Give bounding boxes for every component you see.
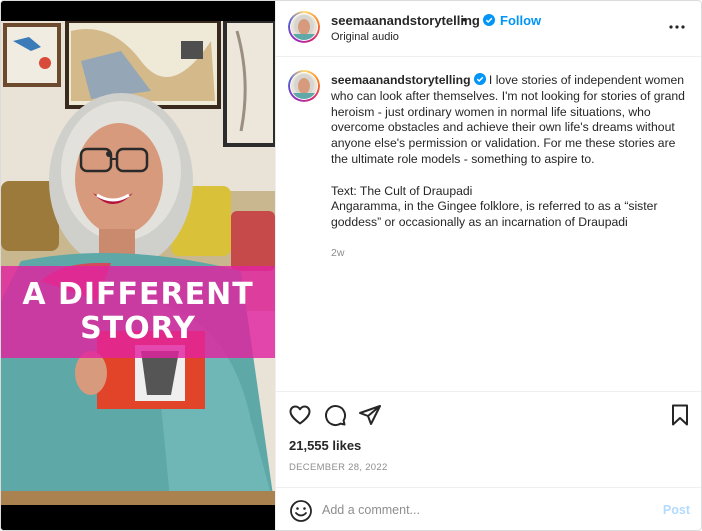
post-time-ago[interactable]: 2w: [331, 247, 344, 259]
action-bar: 21,555 likes DECEMBER 28, 2022: [276, 391, 701, 487]
separator-dot: •: [462, 12, 467, 27]
post-header: seemaanandstorytelling • Follow Original…: [276, 1, 701, 57]
post-sidebar: seemaanandstorytelling • Follow Original…: [275, 1, 701, 530]
post-date[interactable]: DECEMBER 28, 2022: [289, 462, 388, 473]
post-modal: A DIFFERENT STORY seemaanandstorytelling…: [0, 0, 702, 531]
caption-author-avatar[interactable]: [288, 70, 320, 102]
caption-text: seemaanandstorytelling I love stories of…: [331, 73, 693, 231]
overlay-title-line-1: A DIFFERENT: [22, 277, 254, 312]
heart-icon[interactable]: [288, 403, 312, 427]
bookmark-icon[interactable]: [668, 403, 692, 427]
caption-note: Angaramma, in the Gingee folklore, is re…: [331, 199, 658, 230]
likes-count[interactable]: 21,555 likes: [289, 438, 361, 453]
follow-button[interactable]: Follow: [500, 13, 541, 28]
overlay-title-line-2: STORY: [80, 311, 196, 346]
audio-link[interactable]: Original audio: [331, 31, 399, 43]
comment-bar: Post: [276, 487, 701, 530]
author-avatar[interactable]: [288, 11, 320, 43]
post-comment-button[interactable]: Post: [663, 503, 690, 517]
share-icon[interactable]: [358, 403, 382, 427]
more-horizontal-icon[interactable]: [668, 18, 686, 36]
verified-badge-icon: [482, 14, 495, 26]
post-media[interactable]: A DIFFERENT STORY: [1, 1, 275, 530]
emoji-icon[interactable]: [289, 499, 313, 523]
verified-badge-icon: [473, 73, 486, 85]
caption-section: seemaanandstorytelling I love stories of…: [276, 58, 701, 390]
comment-icon[interactable]: [323, 403, 347, 427]
caption-source: Text: The Cult of Draupadi: [331, 183, 473, 198]
caption-username[interactable]: seemaanandstorytelling: [331, 73, 486, 87]
comment-input[interactable]: [322, 497, 642, 523]
author-username[interactable]: seemaanandstorytelling: [331, 13, 495, 28]
